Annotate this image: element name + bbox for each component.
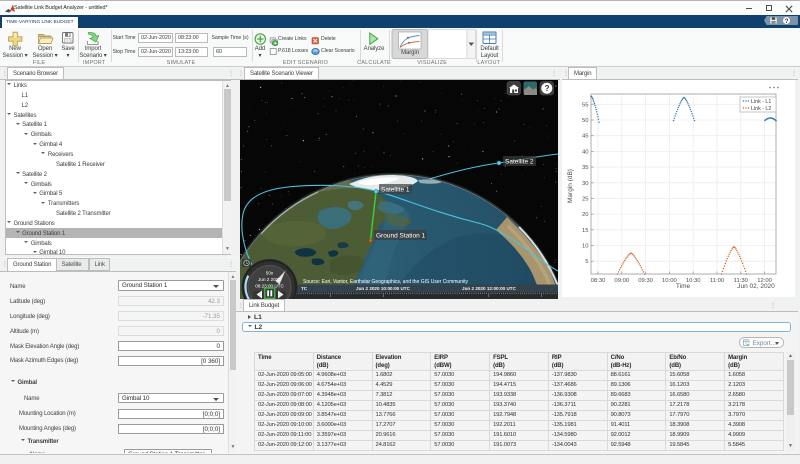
svg-text:Jun 02, 2020: Jun 02, 2020 <box>737 283 775 290</box>
svg-text:TC: TC <box>301 286 308 291</box>
svg-text:Margin (dB): Margin (dB) <box>567 169 574 203</box>
svg-text:50x: 50x <box>266 271 274 276</box>
svg-text:Time: Time <box>676 283 691 290</box>
svg-text:45: 45 <box>582 134 589 140</box>
svg-text:Jun 2 2020: Jun 2 2020 <box>258 277 281 282</box>
svg-text:30: 30 <box>582 181 589 187</box>
svg-text:11:00: 11:00 <box>710 278 725 284</box>
svg-text:20: 20 <box>582 212 589 218</box>
svg-text:Satellite 1: Satellite 1 <box>381 187 410 194</box>
svg-text:25: 25 <box>582 196 589 202</box>
svg-text:35: 35 <box>582 165 589 171</box>
svg-text:Jun 2 2020 12:00:00 UTC: Jun 2 2020 12:00:00 UTC <box>462 286 517 291</box>
svg-text:09:30: 09:30 <box>638 278 653 284</box>
svg-text:15: 15 <box>582 228 589 234</box>
svg-text:09:00: 09:00 <box>614 278 629 284</box>
svg-text:Jun 2 2020 10:00:00 UTC: Jun 2 2020 10:00:00 UTC <box>356 286 411 291</box>
svg-text:55: 55 <box>582 102 589 108</box>
svg-text:?: ? <box>545 84 550 93</box>
svg-text:Link - L1: Link - L1 <box>751 99 771 105</box>
svg-text:?: ? <box>785 19 789 24</box>
svg-text:10: 10 <box>582 244 589 250</box>
svg-text:50: 50 <box>582 118 589 124</box>
svg-text:40: 40 <box>582 149 589 155</box>
svg-text:08:30: 08:30 <box>591 278 606 284</box>
svg-text:Ground Station 1: Ground Station 1 <box>376 233 426 240</box>
svg-text:Satellite 2: Satellite 2 <box>505 159 534 166</box>
svg-text:Link - L2: Link - L2 <box>751 106 771 112</box>
svg-text:Source: Esri, Vantor, Earthsta: Source: Esri, Vantor, Earthstar Geograph… <box>303 279 468 285</box>
